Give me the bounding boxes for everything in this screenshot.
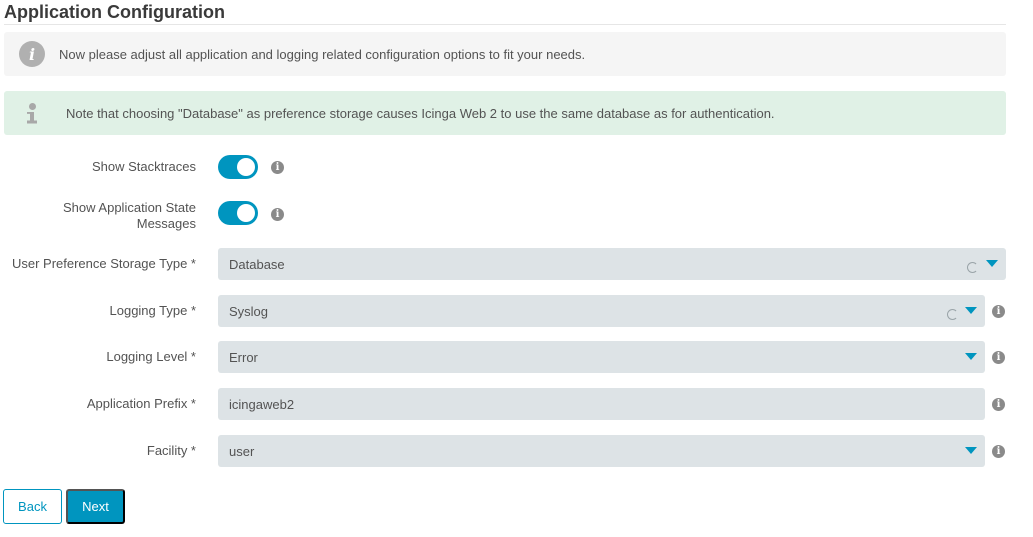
note-notice-text: Note that choosing "Database" as prefere…: [66, 105, 775, 121]
facility-value: user: [229, 443, 255, 459]
show-stacktraces-label: Show Stacktraces: [91, 159, 196, 174]
logging-type-select[interactable]: Syslog: [218, 295, 985, 327]
toggle-knob: [237, 158, 255, 176]
refresh-icon[interactable]: [947, 309, 958, 320]
preference-storage-label: User Preference Storage Type *: [11, 256, 196, 271]
help-icon[interactable]: i: [992, 445, 1005, 458]
chevron-down-icon: [965, 447, 977, 454]
app-prefix-value: icingaweb2: [229, 396, 295, 412]
app-prefix-label: Application Prefix *: [86, 396, 196, 411]
chevron-down-icon: [986, 260, 998, 267]
logging-level-select[interactable]: Error: [218, 341, 985, 373]
logging-level-label: Logging Level *: [106, 349, 196, 364]
app-prefix-input[interactable]: icingaweb2: [218, 388, 985, 420]
logging-type-label: Logging Type *: [109, 303, 197, 318]
show-app-state-label-line1: Show Application State: [63, 200, 196, 215]
preference-storage-select[interactable]: Database: [218, 248, 1006, 280]
toggle-knob: [237, 204, 255, 222]
help-icon[interactable]: i: [271, 208, 284, 221]
help-icon[interactable]: i: [992, 351, 1005, 364]
info-notice: i Now please adjust all application and …: [4, 32, 1006, 76]
chevron-down-icon: [965, 353, 977, 360]
back-button[interactable]: Back: [3, 489, 62, 524]
info-icon: i: [19, 41, 45, 67]
show-app-state-label: Show Application State Messages: [0, 200, 196, 232]
show-stacktraces-toggle[interactable]: [218, 155, 258, 179]
info-notice-text: Now please adjust all application and lo…: [59, 46, 586, 62]
help-icon[interactable]: i: [992, 398, 1005, 411]
preference-storage-value: Database: [229, 256, 285, 272]
logging-type-value: Syslog: [229, 303, 269, 319]
show-app-state-toggle[interactable]: [218, 201, 258, 225]
facility-select[interactable]: user: [218, 435, 985, 467]
page-title: Application Configuration: [4, 2, 1006, 25]
chevron-down-icon: [965, 307, 977, 314]
note-notice: Note that choosing "Database" as prefere…: [4, 91, 1006, 135]
refresh-icon[interactable]: [967, 262, 978, 273]
show-app-state-label-line2: Messages: [136, 216, 196, 231]
info-icon: [19, 100, 45, 126]
facility-label: Facility *: [146, 443, 196, 458]
logging-level-value: Error: [229, 349, 258, 365]
next-button[interactable]: Next: [66, 489, 125, 524]
help-icon[interactable]: i: [271, 161, 284, 174]
help-icon[interactable]: i: [992, 305, 1005, 318]
